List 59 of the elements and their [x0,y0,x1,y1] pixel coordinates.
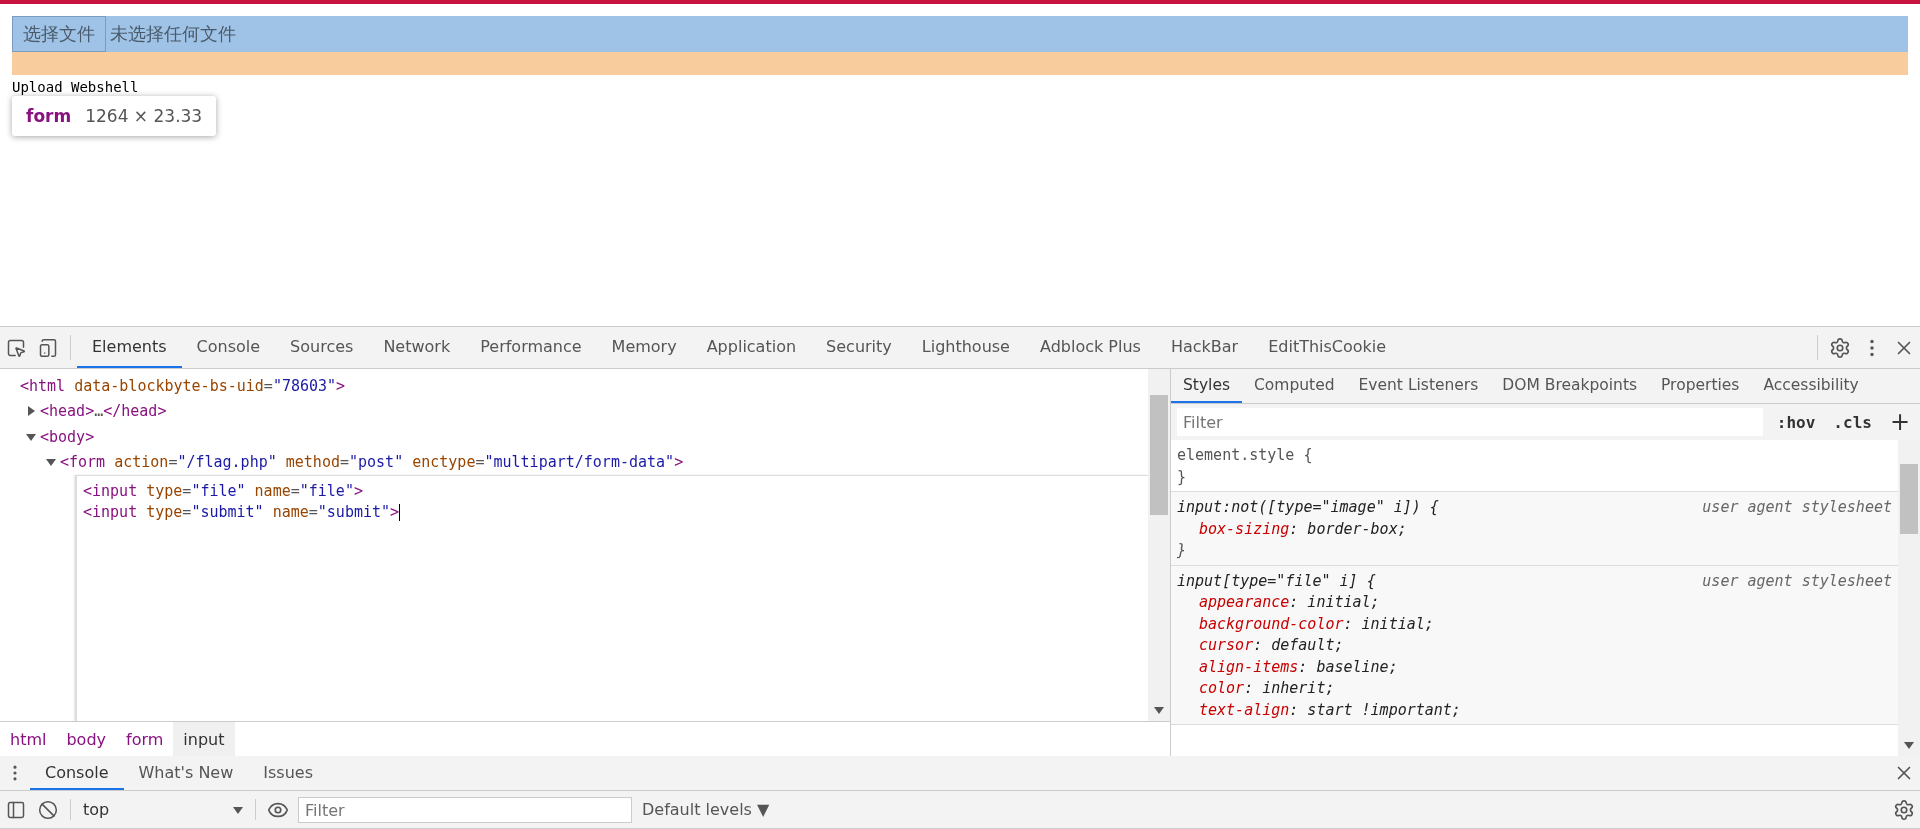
dom-node[interactable]: <html data-blockbyte-bs-uid="78603"> [20,376,346,395]
styles-tab[interactable]: Properties [1649,369,1752,403]
styles-tab[interactable]: Accessibility [1751,369,1871,403]
css-declaration[interactable]: text-align: start !important; [1199,700,1461,719]
disclosure-triangle-icon[interactable] [46,457,56,468]
css-declaration[interactable]: cursor: default; [1199,636,1344,654]
element-tooltip: form 1264 × 23.33 [12,96,217,136]
drawer-tab[interactable]: Issues [248,756,328,790]
css-declaration[interactable]: appearance: initial; [1199,593,1380,611]
devtools-tab[interactable]: Elements [77,327,182,368]
scrollbar-thumb[interactable] [1150,395,1168,515]
devtools-tab[interactable]: Network [368,327,466,368]
caret-icon[interactable] [233,804,243,815]
devtools-tab[interactable]: Console [181,327,276,368]
console-filter-field[interactable]: Filter [298,797,632,823]
styles-tab[interactable]: Event Listeners [1346,369,1491,403]
hover-state-button[interactable]: :hov [1772,412,1820,432]
devtools-tab[interactable]: EditThisCookie [1253,327,1402,368]
dom-node[interactable]: <head>…</head> [40,402,167,421]
disclosure-triangle-icon[interactable] [26,431,36,442]
class-button[interactable]: .cls [1829,412,1876,432]
devtools-tab[interactable]: HackBar [1155,327,1254,368]
devtools-tab[interactable]: Security [811,327,907,368]
context-select[interactable]: top [77,791,249,828]
filter-field[interactable]: Filter [1177,408,1763,436]
devtools-tab[interactable]: Sources [275,327,369,368]
rule-source-link[interactable]: user agent stylesheet [1702,498,1892,520]
styles-tab[interactable]: DOM Breakpoints [1490,369,1650,403]
drawer-tab[interactable]: What's New [123,756,249,790]
css-declaration[interactable]: box-sizing: border-box; [1199,519,1407,538]
new-rule-button[interactable]: + [1885,408,1914,436]
file-input[interactable]: 选择文件 未选择任何文件 [12,16,1908,52]
devtools-tab[interactable]: Performance [465,327,597,368]
scroll-down-icon[interactable] [1904,740,1914,750]
scrollbar[interactable] [1148,369,1170,721]
breadcrumb[interactable]: input [173,722,235,756]
css-selector: input:not([type="image" i]) { [1177,498,1439,518]
choose-file-button[interactable]: 选择文件 [12,16,106,52]
styles-tab[interactable]: Computed [1242,369,1347,403]
levels-dropdown[interactable]: Default levels ▼ [636,791,776,828]
dom-node[interactable]: <body> [40,427,95,446]
devtools-tab[interactable]: Adblock Plus [1024,327,1156,368]
page-text: Upload Webshell [12,79,139,95]
css-declaration[interactable]: align-items: baseline; [1199,657,1398,676]
dom-node[interactable]: <form action="/flag.php" method="post" enctype="multipart/form-data"> [60,453,684,472]
css-selector: element.style { [1177,446,1313,466]
devtools-tab[interactable]: Lighthouse [906,327,1025,368]
css-selector: input[type="file" i] { [1177,571,1376,592]
file-status-text: 未选择任何文件 [110,22,236,46]
devtools-tab[interactable]: Application [691,327,812,368]
css-declaration[interactable]: background-color: initial; [1199,614,1434,633]
closing-brace: } [1177,467,1188,488]
closing-brace: } [1177,541,1188,561]
devtools-tab[interactable]: Memory [596,327,692,368]
css-declaration[interactable]: color: inherit; [1199,679,1335,697]
disclosure-triangle-icon[interactable] [26,406,36,417]
scroll-down-icon[interactable] [1154,705,1164,715]
scrollbar-thumb[interactable] [1900,464,1918,534]
rule-source-link[interactable]: user agent stylesheet [1702,571,1892,593]
